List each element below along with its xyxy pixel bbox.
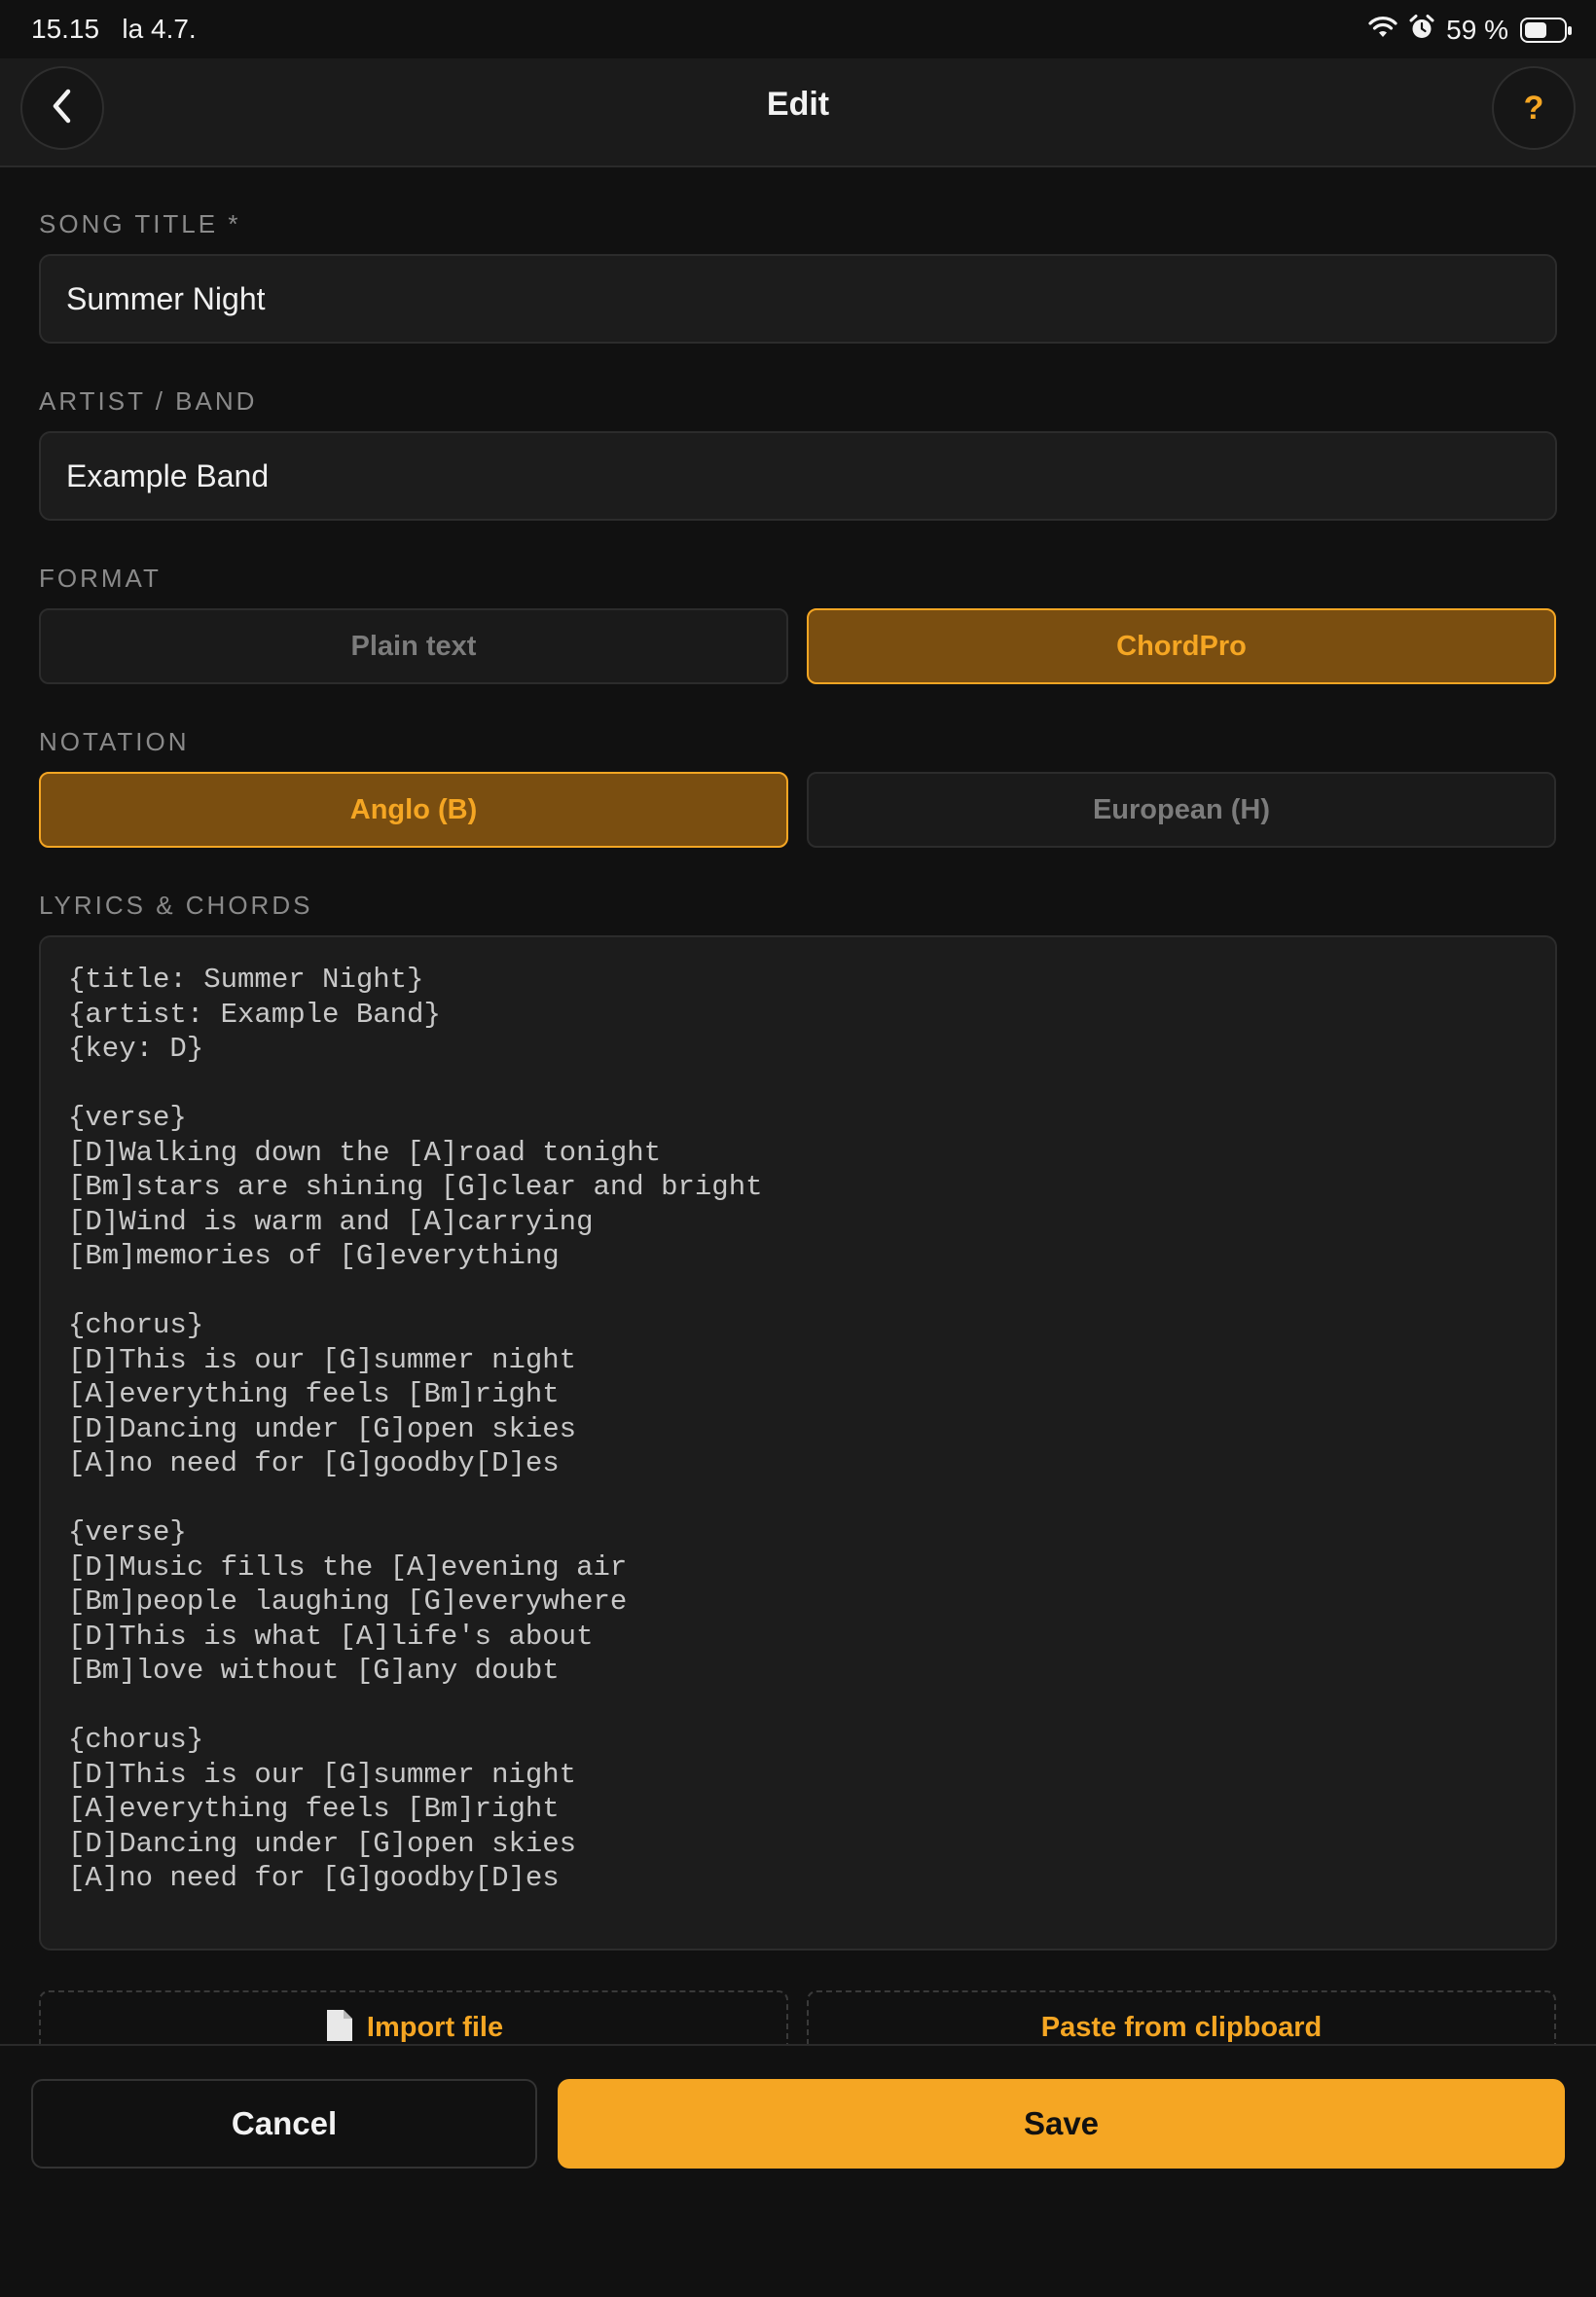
song-title-input[interactable]: Summer Night — [39, 254, 1557, 344]
status-time: 15.15 — [31, 14, 100, 44]
artist-label: ARTIST / BAND — [39, 386, 258, 416]
status-bar: 15.15 la 4.7. 59 % — [0, 0, 1596, 58]
lyrics-textarea[interactable]: {title: Summer Night} {artist: Example B… — [39, 935, 1557, 1951]
lyrics-label: LYRICS & CHORDS — [39, 891, 313, 920]
format-chordpro-button[interactable]: ChordPro — [807, 608, 1556, 684]
bottom-action-bar: Cancel Save — [0, 2044, 1596, 2297]
save-button[interactable]: Save — [558, 2079, 1565, 2169]
help-button[interactable]: ? — [1492, 66, 1576, 150]
notation-european-button[interactable]: European (H) — [807, 772, 1556, 848]
wifi-icon — [1368, 15, 1397, 46]
battery-level-fill — [1525, 22, 1546, 38]
status-indicators: 59 % — [1368, 14, 1572, 48]
format-plain-text-button[interactable]: Plain text — [39, 608, 788, 684]
artist-input[interactable]: Example Band — [39, 431, 1557, 521]
notation-anglo-button[interactable]: Anglo (B) — [39, 772, 788, 848]
navigation-bar: Edit ? — [0, 58, 1596, 167]
edit-song-screen: 15.15 la 4.7. 59 % Edit ? SONG TITLE * S… — [0, 0, 1596, 2297]
cancel-button[interactable]: Cancel — [31, 2079, 537, 2169]
status-datetime: 15.15 la 4.7. — [31, 14, 197, 45]
notation-label: NOTATION — [39, 727, 190, 756]
format-label: FORMAT — [39, 564, 162, 593]
lyrics-content: {title: Summer Night} {artist: Example B… — [68, 964, 763, 1894]
import-file-label: Import file — [366, 2012, 504, 2043]
status-date: la 4.7. — [122, 14, 197, 44]
paste-clipboard-label: Paste from clipboard — [1040, 2012, 1323, 2043]
page-title: Edit — [766, 86, 830, 123]
battery-percentage: 59 % — [1446, 15, 1508, 45]
song-title-label: SONG TITLE * — [39, 209, 241, 238]
battery-icon — [1520, 18, 1572, 43]
alarm-icon — [1409, 14, 1434, 48]
